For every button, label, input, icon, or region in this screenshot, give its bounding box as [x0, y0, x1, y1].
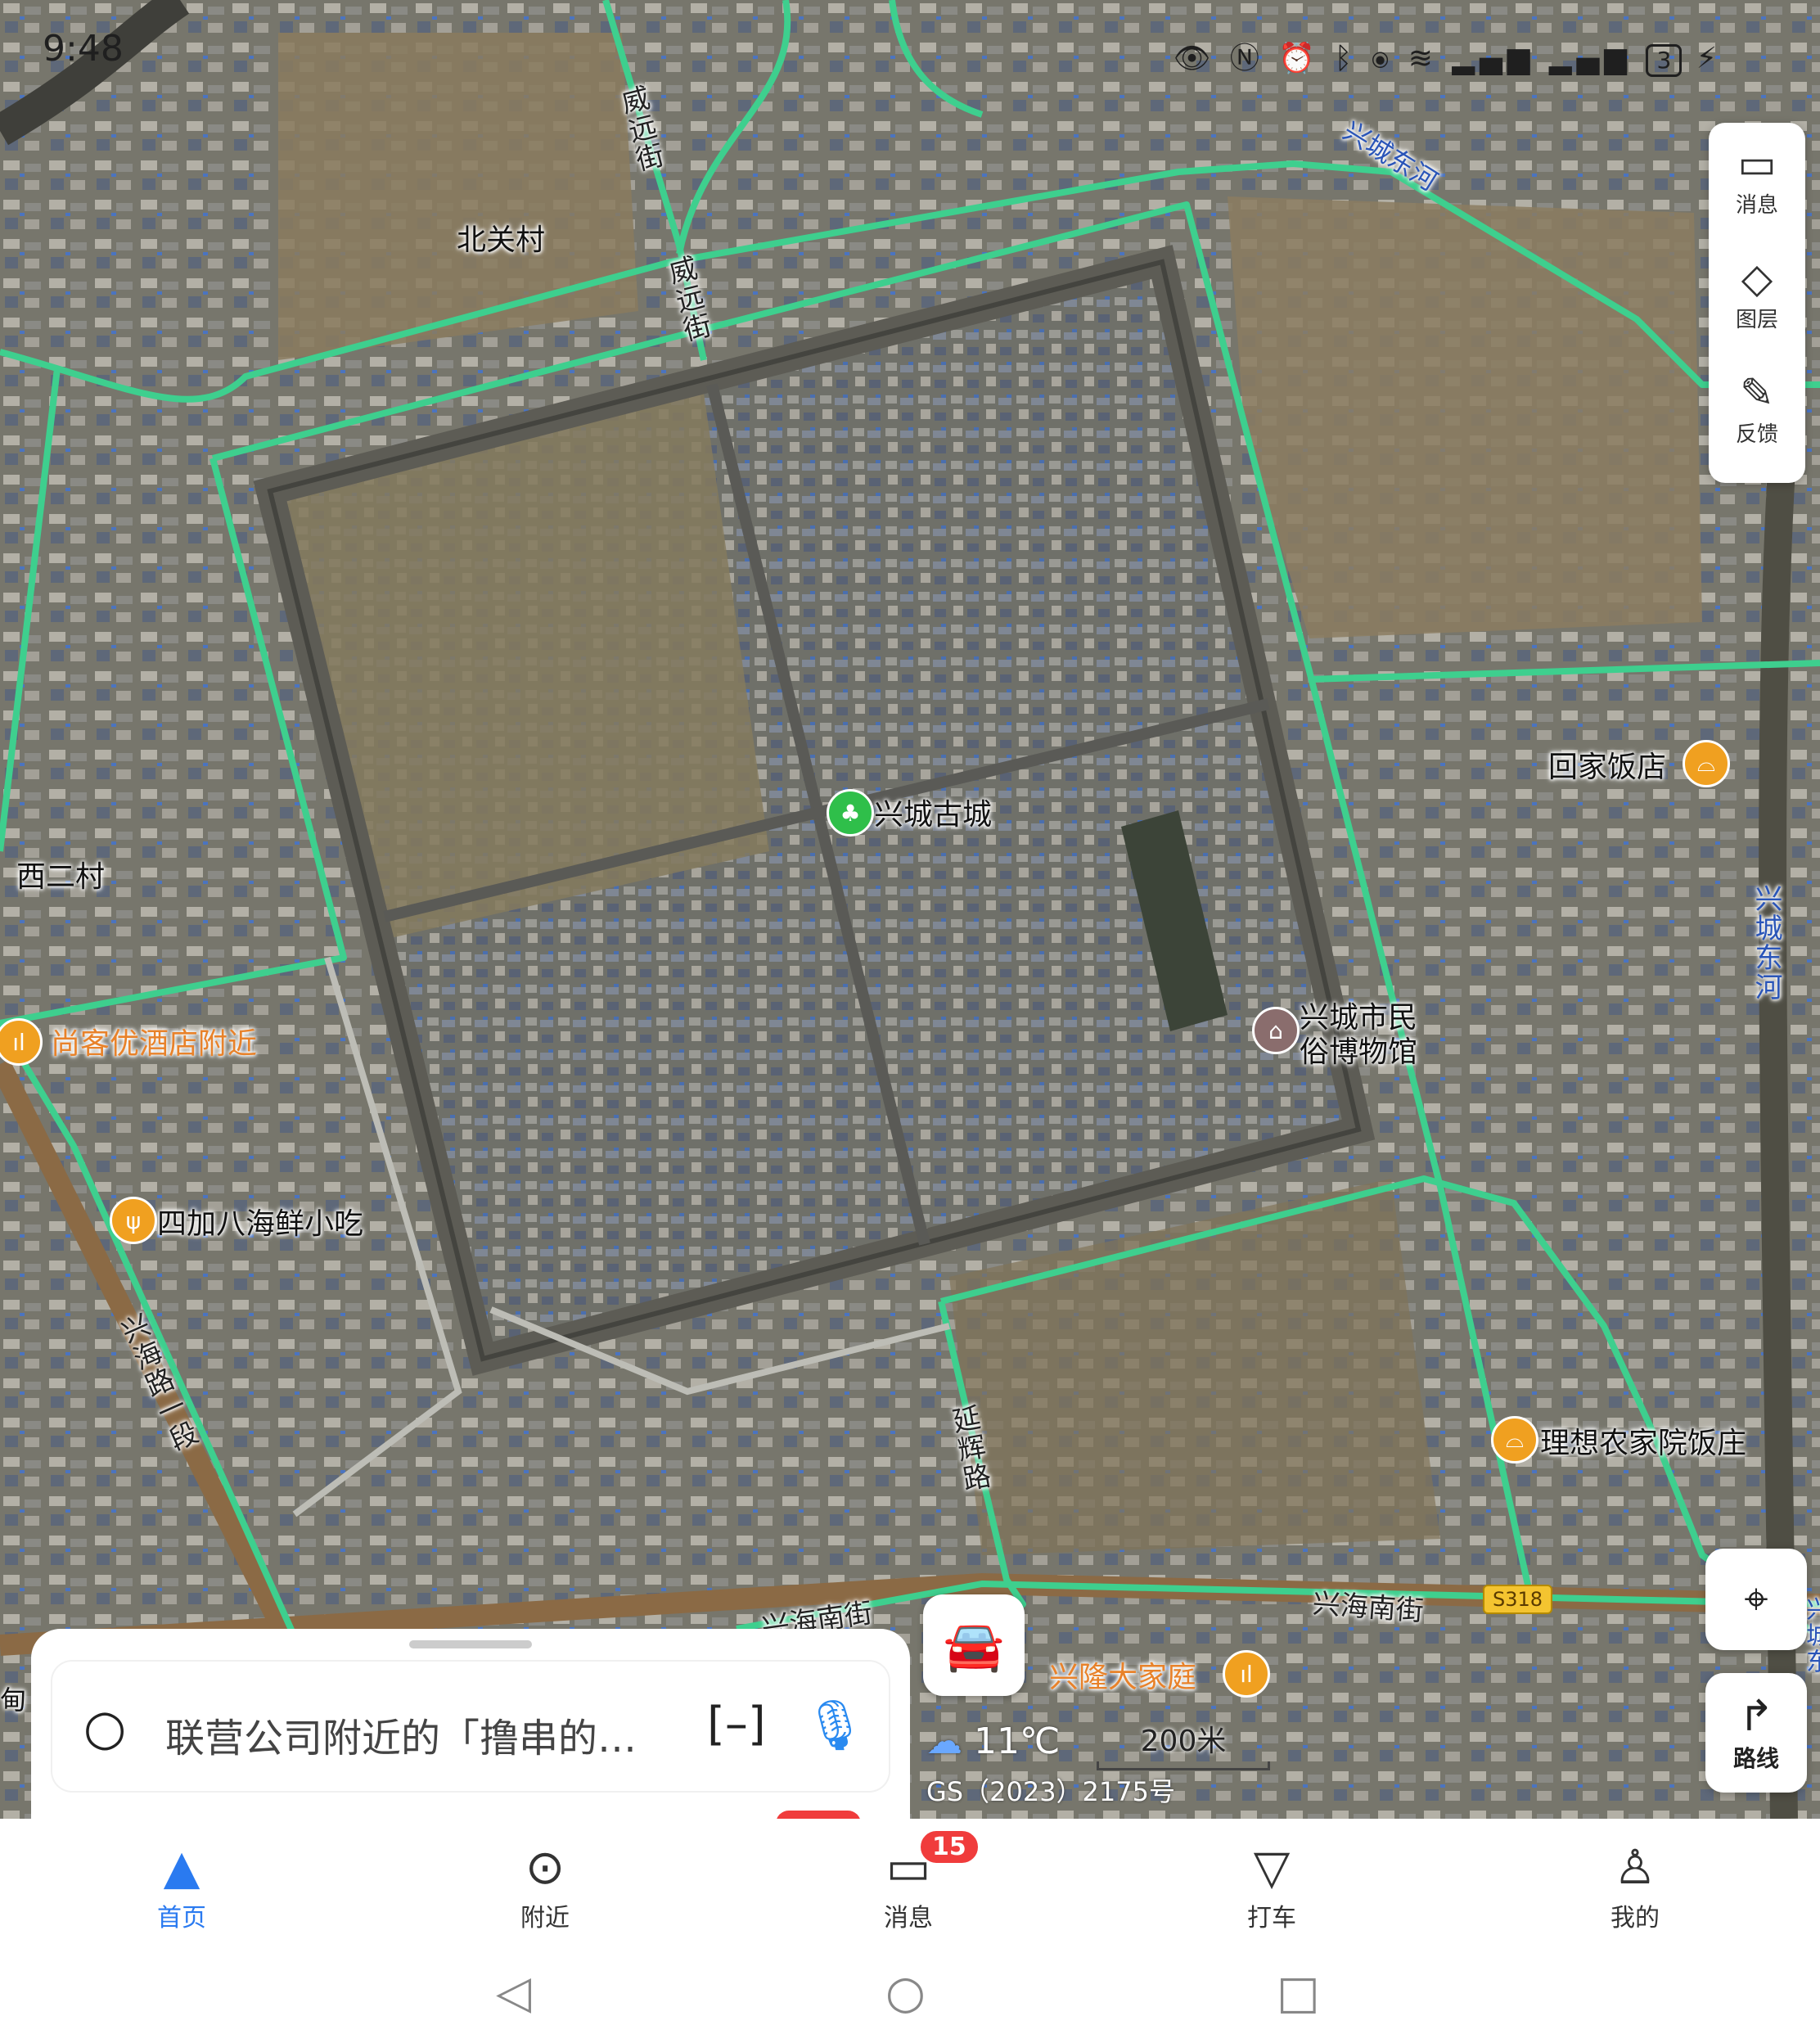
river-label: 兴城东河 — [1750, 884, 1782, 1002]
tab-taxi[interactable]: ▽ 打车 — [1190, 1838, 1354, 1933]
bluetooth-icon: ᛒ — [1334, 42, 1358, 75]
tab-label: 消息 — [884, 1904, 933, 1933]
weather-widget[interactable]: ☁ 11℃ — [926, 1721, 1060, 1762]
tab-nearby[interactable]: ⊙ 附近 — [463, 1838, 627, 1933]
map-copyright: GS（2023）2175号 — [926, 1776, 1175, 1807]
message-label: 消息 — [1735, 193, 1778, 218]
signal-icon: ▂▄▆ — [1548, 42, 1632, 75]
poi-label: 尚客优酒店附近 — [51, 1027, 258, 1061]
map-label-xi-er-cun[interactable]: 西二村 — [16, 853, 105, 895]
car-icon: 🚘 — [943, 1617, 1005, 1675]
bottom-navigation: ▲ 首页 ⊙ 附近 ▭ 消息 15 ▽ 打车 ♙ 我的 — [0, 1819, 1820, 1942]
status-time: 9:48 — [43, 28, 124, 70]
taxi-icon: ▽ — [1253, 1839, 1291, 1895]
road-label-xinghai-south: 兴海南街 — [1311, 1587, 1425, 1628]
eye-icon: 👁 — [1173, 42, 1216, 75]
map-label-beiguan[interactable]: 北关村 — [457, 216, 545, 259]
search-panel: ○ 联营公司附近的「撸串的… [–] 🎙 — [31, 1629, 910, 1827]
recents-icon[interactable]: □ — [1277, 1966, 1320, 2019]
signal-icon: ▂▄▆ — [1452, 42, 1535, 75]
edit-icon: ✎ — [1740, 369, 1774, 417]
tab-messages[interactable]: ▭ 消息 15 — [827, 1829, 990, 1933]
search-input[interactable]: 联营公司附近的「撸串的… — [165, 1706, 637, 1763]
back-icon[interactable]: ◁ — [496, 1966, 531, 2019]
message-icon: ▭ — [1737, 140, 1777, 187]
search-box[interactable]: ○ 联营公司附近的「撸串的… [–] 🎙 — [52, 1662, 889, 1791]
scale-bar: 200米 — [1097, 1717, 1270, 1770]
microphone-icon[interactable]: 🎙 — [804, 1696, 866, 1754]
satellite-map[interactable] — [0, 0, 1820, 1819]
user-icon: ♙ — [1614, 1839, 1656, 1895]
layers-button[interactable]: ◇ 图层 — [1709, 254, 1805, 333]
poi-label: 兴城古城 — [874, 798, 993, 832]
layers-label: 图层 — [1735, 308, 1778, 332]
scale-line — [1097, 1761, 1270, 1770]
status-bar: 9:48 👁 Ⓝ ⏰ ᛒ ⦿ ≋ ▂▄▆ ▂▄▆ 3 ⚡ — [0, 23, 1820, 80]
map-label-partial: 甸 — [0, 1684, 27, 1716]
charging-icon: ⚡ — [1696, 42, 1722, 75]
drag-handle[interactable] — [409, 1640, 532, 1648]
nfc-icon: Ⓝ — [1229, 42, 1264, 75]
tab-home[interactable]: ▲ 首页 — [100, 1838, 264, 1933]
tab-label: 打车 — [1247, 1904, 1296, 1933]
feedback-label: 反馈 — [1735, 422, 1778, 447]
layers-icon: ◇ — [1741, 255, 1773, 302]
map-canvas[interactable] — [0, 0, 1820, 1819]
scenic-icon: ♣ — [827, 789, 874, 837]
route-arrow-icon: ↱ — [1738, 1692, 1774, 1741]
battery-indicator: 3 — [1646, 44, 1683, 77]
restaurant-icon: ⌓ — [1683, 740, 1730, 787]
system-navigation-bar: ◁ ○ □ — [0, 1942, 1820, 2043]
feedback-button[interactable]: ✎ 反馈 — [1709, 368, 1805, 448]
scale-label: 200米 — [1140, 1725, 1227, 1758]
food-icon: ψ — [110, 1197, 157, 1244]
tab-label: 我的 — [1611, 1904, 1660, 1933]
scan-icon[interactable]: [–] — [707, 1698, 766, 1751]
poi-label: 俗博物馆 — [1300, 1035, 1418, 1069]
map-tools-panel: ▭ 消息 ◇ 图层 ✎ 反馈 — [1709, 123, 1805, 483]
restaurant-icon: ⌓ — [1491, 1416, 1538, 1463]
navigation-arrow-icon: ▲ — [163, 1839, 200, 1895]
location-pin-icon: ⊙ — [525, 1839, 565, 1895]
location-icon: ⦿ — [1371, 42, 1394, 75]
poi-label: 兴隆大家庭 — [1049, 1661, 1197, 1694]
temperature: 11℃ — [974, 1721, 1061, 1762]
status-icons: 👁 Ⓝ ⏰ ᛒ ⦿ ≋ ▂▄▆ ▂▄▆ 3 ⚡ — [1174, 34, 1722, 77]
museum-icon: ⌂ — [1252, 1007, 1300, 1054]
tab-label: 附近 — [520, 1904, 570, 1933]
drive-mode-button[interactable]: 🚘 — [923, 1594, 1025, 1696]
search-icon: ○ — [83, 1699, 127, 1757]
message-button[interactable]: ▭ 消息 — [1709, 139, 1805, 219]
home-icon[interactable]: ○ — [885, 1966, 926, 2019]
poi-label: 理想农家院饭庄 — [1540, 1427, 1747, 1460]
poi-label: 回家饭店 — [1548, 751, 1667, 784]
poi-label: 四加八海鲜小吃 — [157, 1207, 364, 1241]
crosshair-icon: ⌖ — [1744, 1575, 1768, 1624]
locate-button[interactable]: ⌖ — [1705, 1549, 1807, 1650]
alarm-icon: ⏰ — [1278, 42, 1321, 75]
tab-label: 首页 — [157, 1904, 206, 1933]
shopping-icon: ıl — [1223, 1650, 1270, 1698]
route-badge: S318 — [1483, 1585, 1553, 1614]
route-button[interactable]: ↱ 路线 — [1705, 1673, 1807, 1793]
route-label: 路线 — [1732, 1745, 1779, 1772]
wifi-icon: ≋ — [1408, 42, 1438, 75]
tab-profile[interactable]: ♙ 我的 — [1553, 1838, 1717, 1933]
cloud-icon: ☁ — [926, 1721, 962, 1762]
unread-count-badge: 15 — [918, 1829, 980, 1865]
